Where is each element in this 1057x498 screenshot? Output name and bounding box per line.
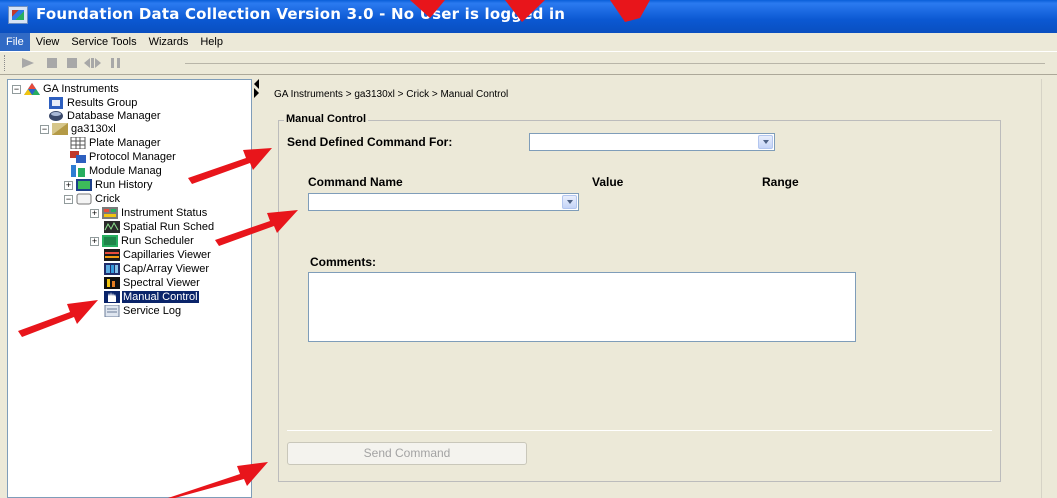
tree-item-cap-array-viewer[interactable]: Cap/Array Viewer: [104, 262, 210, 276]
title-bar: Foundation Data Collection Version 3.0 -…: [0, 0, 1057, 33]
panel-splitter[interactable]: [252, 79, 261, 498]
command-name-label: Command Name: [308, 175, 403, 189]
log-icon: [104, 305, 120, 317]
spectral-icon: [104, 277, 120, 289]
tree-item-crick[interactable]: − Crick: [64, 192, 121, 206]
tree-item-run-history[interactable]: + Run History: [64, 178, 153, 192]
app-icon: [8, 6, 28, 24]
tree-item-label: Database Manager: [67, 110, 161, 122]
tree-item-capillaries-viewer[interactable]: Capillaries Viewer: [104, 248, 212, 262]
divider: [287, 430, 992, 431]
window-title: Foundation Data Collection Version 3.0 -…: [36, 5, 566, 23]
tree-item-label: Module Manag: [89, 165, 162, 177]
module-icon: [71, 165, 85, 177]
app-window: Foundation Data Collection Version 3.0 -…: [0, 0, 1057, 498]
comments-label: Comments:: [310, 255, 377, 269]
tree-item-ga3130xl[interactable]: − ga3130xl: [40, 122, 117, 136]
tree-item-database-manager[interactable]: Database Manager: [48, 109, 162, 123]
triangle-icon: [24, 83, 40, 95]
expand-icon[interactable]: +: [64, 180, 73, 190]
panel-edge: [1041, 79, 1042, 498]
menu-file[interactable]: File: [0, 33, 30, 51]
menu-view[interactable]: View: [30, 33, 66, 51]
status-icon: [102, 207, 118, 219]
menu-wizards[interactable]: Wizards: [143, 33, 195, 51]
tree-item-results-group[interactable]: Results Group: [48, 96, 138, 110]
tree-item-label: Instrument Status: [121, 207, 208, 219]
menu-bar: File View Service Tools Wizards Help: [0, 33, 1057, 51]
comments-textarea[interactable]: [308, 272, 856, 342]
tree-item-module-manager[interactable]: Module Manag: [70, 164, 163, 178]
tree-item-plate-manager[interactable]: Plate Manager: [70, 136, 162, 150]
expand-icon[interactable]: +: [90, 236, 99, 246]
tree-item-label: ga3130xl: [71, 123, 116, 135]
tree-item-label: Run History: [95, 179, 153, 191]
tree-item-run-scheduler[interactable]: + Run Scheduler: [90, 234, 195, 248]
expand-right-icon[interactable]: [254, 88, 259, 98]
tree-item-label: Service Log: [123, 305, 182, 317]
toolbar-rule: [185, 63, 1045, 64]
tree-item-label: Results Group: [67, 97, 138, 109]
bars-icon[interactable]: [110, 58, 122, 68]
pause-icon[interactable]: [66, 58, 78, 68]
instrument-icon: [52, 123, 68, 135]
tree-item-label: Run Scheduler: [121, 235, 194, 247]
plate-icon: [70, 137, 86, 149]
tree-item-label: Crick: [95, 193, 121, 205]
command-name-combo[interactable]: [308, 193, 579, 211]
collapse-icon[interactable]: −: [64, 194, 73, 204]
tree-item-label: GA Instruments: [43, 83, 119, 95]
range-label: Range: [762, 175, 799, 189]
database-icon: [49, 111, 63, 121]
tree-item-ga-instruments[interactable]: − GA Instruments: [12, 82, 120, 96]
tree-item-label: Capillaries Viewer: [123, 249, 211, 261]
group-title: Manual Control: [284, 113, 369, 125]
folder-icon: [76, 193, 92, 205]
stop-icon[interactable]: [46, 58, 58, 68]
chevron-down-icon[interactable]: [562, 195, 577, 209]
tree-item-instrument-status[interactable]: + Instrument Status: [90, 206, 208, 220]
send-defined-command-combo[interactable]: [529, 133, 775, 151]
tree-item-label: Cap/Array Viewer: [123, 263, 209, 275]
breadcrumb: GA Instruments > ga3130xl > Crick > Manu…: [274, 89, 509, 100]
tree-item-protocol-manager[interactable]: Protocol Manager: [70, 150, 177, 164]
menu-help[interactable]: Help: [194, 33, 229, 51]
expand-icon[interactable]: +: [90, 208, 99, 218]
collapse-icon[interactable]: −: [12, 84, 21, 94]
tree-item-label: Protocol Manager: [89, 151, 176, 163]
spatial-icon: [104, 221, 120, 233]
array-icon: [104, 263, 120, 275]
results-group-icon: [49, 97, 63, 109]
tree-item-label: Plate Manager: [89, 137, 161, 149]
scheduler-icon: [102, 235, 118, 247]
tree-item-label: Spectral Viewer: [123, 277, 200, 289]
history-icon: [76, 179, 92, 191]
send-defined-command-label: Send Defined Command For:: [287, 135, 453, 149]
collapse-icon[interactable]: −: [40, 124, 49, 134]
tree-item-service-log[interactable]: Service Log: [104, 304, 182, 318]
play-icon[interactable]: [22, 58, 36, 68]
tree-item-spatial-run-scheduler[interactable]: Spatial Run Sched: [104, 220, 215, 234]
capillaries-icon: [104, 249, 120, 261]
protocol-icon: [70, 151, 86, 163]
hand-icon: [104, 291, 120, 303]
tree-item-manual-control[interactable]: Manual Control: [104, 290, 199, 304]
value-label: Value: [592, 175, 624, 189]
tree-item-label: Spatial Run Sched: [123, 221, 215, 233]
toolbar-grip: [4, 55, 7, 71]
tree-item-label: Manual Control: [122, 291, 199, 303]
tree-item-spectral-viewer[interactable]: Spectral Viewer: [104, 276, 201, 290]
chevron-down-icon[interactable]: [758, 135, 773, 149]
navigation-tree[interactable]: − GA Instruments Results Group Database …: [7, 79, 252, 498]
step-icon[interactable]: [84, 58, 102, 68]
send-command-button[interactable]: Send Command: [287, 442, 527, 465]
menu-service-tools[interactable]: Service Tools: [65, 33, 142, 51]
toolbar: [0, 51, 1057, 75]
